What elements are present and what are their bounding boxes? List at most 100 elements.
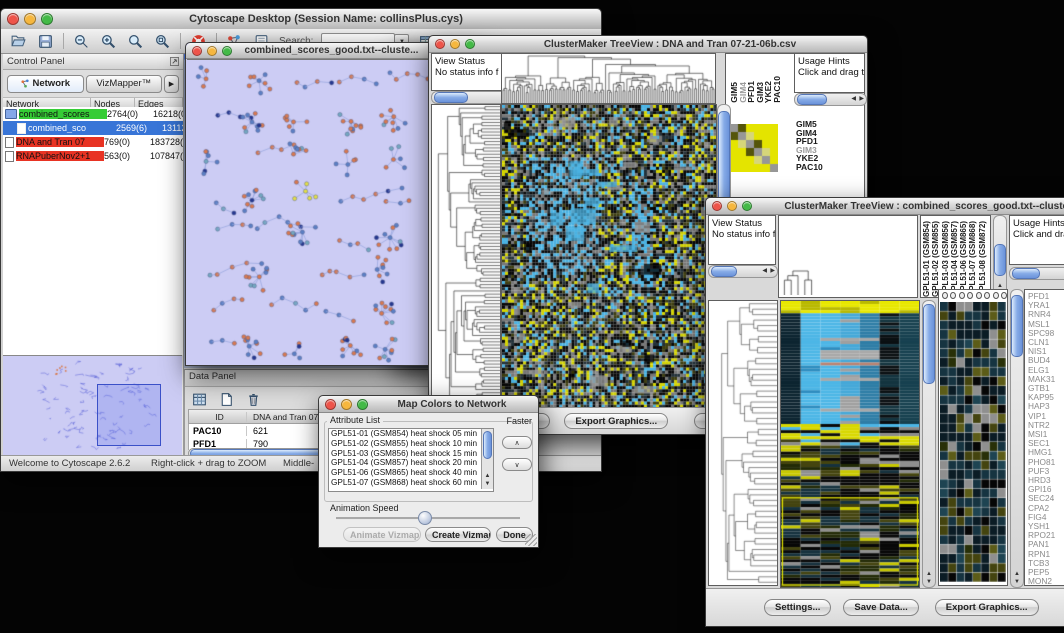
scroll-left-icon[interactable]: ◀ [851, 96, 856, 102]
main-titlebar[interactable]: Cytoscape Desktop (Session Name: collins… [1, 9, 601, 30]
gene-heatmap-canvas[interactable] [502, 105, 716, 407]
zoom-selected-button[interactable] [126, 32, 145, 51]
attribute-item[interactable]: GPL51-07 (GSM868) heat shock 60 min [329, 478, 493, 488]
attribute-item[interactable]: GPL51-01 (GSM854) heat shock 05 min [329, 429, 493, 439]
window-titlebar[interactable]: ClusterMaker TreeView : DNA and Tran 07-… [429, 36, 867, 53]
maximize-button[interactable] [222, 46, 232, 56]
dialog-titlebar[interactable]: Map Colors to Network [319, 396, 538, 413]
tab-overflow-button[interactable]: ▶ [164, 75, 179, 93]
column-label[interactable]: GPL51-07 (GSM868) [968, 221, 977, 297]
close-button[interactable] [712, 201, 722, 211]
heatmap-panel[interactable] [501, 104, 717, 408]
network-list-item[interactable]: combined_scores 2764(0) 16218(0) [3, 107, 183, 121]
similarity-matrix-canvas[interactable] [730, 124, 778, 172]
move-down-button[interactable]: ∨ [502, 458, 532, 471]
maximize-button[interactable] [41, 13, 53, 25]
scrollbar-thumb[interactable] [483, 431, 492, 459]
minimize-button[interactable] [24, 13, 36, 25]
scrollbar-thumb[interactable] [711, 266, 737, 277]
scrollbar-thumb[interactable] [1012, 268, 1040, 279]
treeview-action-button[interactable]: Export Graphics... [935, 599, 1039, 616]
scroll-up-icon[interactable]: ▲ [1014, 571, 1020, 577]
attribute-item[interactable]: GPL51-03 (GSM856) heat shock 15 min [329, 449, 493, 459]
minimize-button[interactable] [341, 399, 352, 410]
scrollbar-thumb[interactable] [1011, 295, 1023, 357]
attribute-item[interactable]: GPL51-06 (GSM865) heat shock 40 min [329, 468, 493, 478]
matrix-row-label[interactable]: PAC10 [796, 163, 823, 172]
column-labels-vscrollbar[interactable]: ▲ ▼ [993, 215, 1007, 300]
row-dendrogram-panel[interactable] [708, 300, 778, 586]
zoom-fit-button[interactable] [153, 32, 172, 51]
listbox-vscrollbar[interactable]: ▲ ▼ [481, 429, 493, 489]
network-canvas-area[interactable] [187, 59, 432, 364]
close-button[interactable] [7, 13, 19, 25]
column-dendrogram-canvas[interactable] [781, 269, 815, 295]
attribute-item[interactable]: GPL51-04 (GSM857) heat shock 20 min [329, 458, 493, 468]
row-dendrogram-panel[interactable] [431, 104, 501, 408]
scroll-down-icon[interactable]: ▼ [485, 481, 491, 487]
zoom-in-button[interactable] [99, 32, 118, 51]
overview-viewport-rect[interactable] [97, 384, 161, 446]
tab-network[interactable]: Network [7, 75, 84, 93]
column-dendrogram-panel[interactable] [501, 53, 716, 104]
column-label[interactable]: GPL51-04 (GSM857) [950, 221, 959, 297]
resize-grip[interactable] [525, 534, 537, 546]
close-button[interactable] [192, 46, 202, 56]
column-label[interactable]: GIM4 [739, 82, 748, 103]
minimize-button[interactable] [727, 201, 737, 211]
save-session-button[interactable] [36, 32, 55, 51]
maximize-button[interactable] [357, 399, 368, 410]
heatmap-vscrollbar[interactable]: ▲ ▼ [922, 300, 936, 588]
column-label[interactable]: GPL51-03 (GSM856) [941, 221, 950, 297]
usage-hints-hscrollbar[interactable] [1009, 267, 1064, 280]
maximize-button[interactable] [465, 39, 475, 49]
window-titlebar[interactable]: ClusterMaker TreeView : combined_scores_… [706, 198, 1064, 215]
scrollbar-thumb[interactable] [923, 304, 935, 384]
zoom-heatmap-canvas[interactable] [940, 302, 1006, 582]
column-label[interactable]: GIM5 [730, 82, 739, 103]
delete-attribute-icon[interactable] [245, 391, 262, 408]
gene-heatmap-canvas[interactable] [781, 301, 919, 587]
column-label[interactable]: GPL51-02 (GSM855) [931, 221, 940, 297]
treeview-action-button[interactable]: Save Data... [843, 599, 918, 616]
network-overview-thumbnail[interactable] [3, 355, 182, 456]
scroll-down-icon[interactable]: ▼ [926, 579, 932, 585]
column-label[interactable]: PAC10 [773, 76, 782, 103]
minimize-button[interactable] [450, 39, 460, 49]
scroll-right-icon[interactable]: ▶ [859, 96, 864, 102]
column-label[interactable]: YKE2 [764, 81, 773, 103]
row-dendrogram-canvas[interactable] [709, 301, 777, 585]
scrollbar-thumb[interactable] [434, 92, 468, 103]
heatmap-panel[interactable] [780, 300, 920, 588]
zoom-heatmap-panel[interactable] [938, 289, 1008, 586]
treeview-action-button[interactable]: Export Graphics... [564, 413, 668, 429]
attribute-listbox[interactable]: GPL51-01 (GSM854) heat shock 05 minGPL51… [328, 428, 494, 492]
network-graph-canvas[interactable] [187, 60, 430, 363]
close-button[interactable] [435, 39, 445, 49]
view-status-hscrollbar[interactable]: ◀ ▶ [708, 265, 778, 278]
column-dendrogram-canvas[interactable] [502, 54, 715, 103]
create-vizmap-button[interactable]: Create Vizmap [425, 527, 491, 542]
network-list-item[interactable]: combined_sco 2569(6) 13112(15) [3, 121, 183, 135]
gene-label[interactable]: MON2 [1028, 577, 1064, 586]
zoom-panel-vscrollbar[interactable]: ▲ ▼ [1010, 289, 1024, 588]
column-dendrogram-panel[interactable] [778, 215, 918, 298]
scroll-down-icon[interactable]: ▼ [1014, 579, 1020, 585]
treeview-action-button[interactable]: Settings... [764, 599, 831, 616]
scroll-left-icon[interactable]: ◀ [762, 268, 767, 274]
usage-hints-hscrollbar[interactable]: ◀ ▶ [794, 93, 867, 106]
create-attribute-icon[interactable] [218, 391, 235, 408]
scroll-right-icon[interactable]: ▶ [770, 268, 775, 274]
column-id[interactable]: ID [189, 412, 247, 422]
column-label[interactable]: GPL51-01 (GSM854) [922, 221, 931, 297]
column-label[interactable]: GPL51-08 (GSM872) [978, 221, 987, 297]
zoom-out-button[interactable] [72, 32, 91, 51]
attribute-item[interactable]: GPL51-02 (GSM855) heat shock 10 min [329, 439, 493, 449]
column-label[interactable]: PFD1 [747, 81, 756, 103]
network-list-item[interactable]: RNAPuberNov2+1 563(0) 107847(0) [3, 149, 183, 163]
minimize-button[interactable] [207, 46, 217, 56]
speed-slider-thumb[interactable] [418, 511, 432, 525]
scrollbar-thumb[interactable] [994, 244, 1006, 276]
float-panel-icon[interactable] [170, 57, 179, 66]
network-list-item[interactable]: DNA and Tran 07 769(0) 183728(0) [3, 135, 183, 149]
